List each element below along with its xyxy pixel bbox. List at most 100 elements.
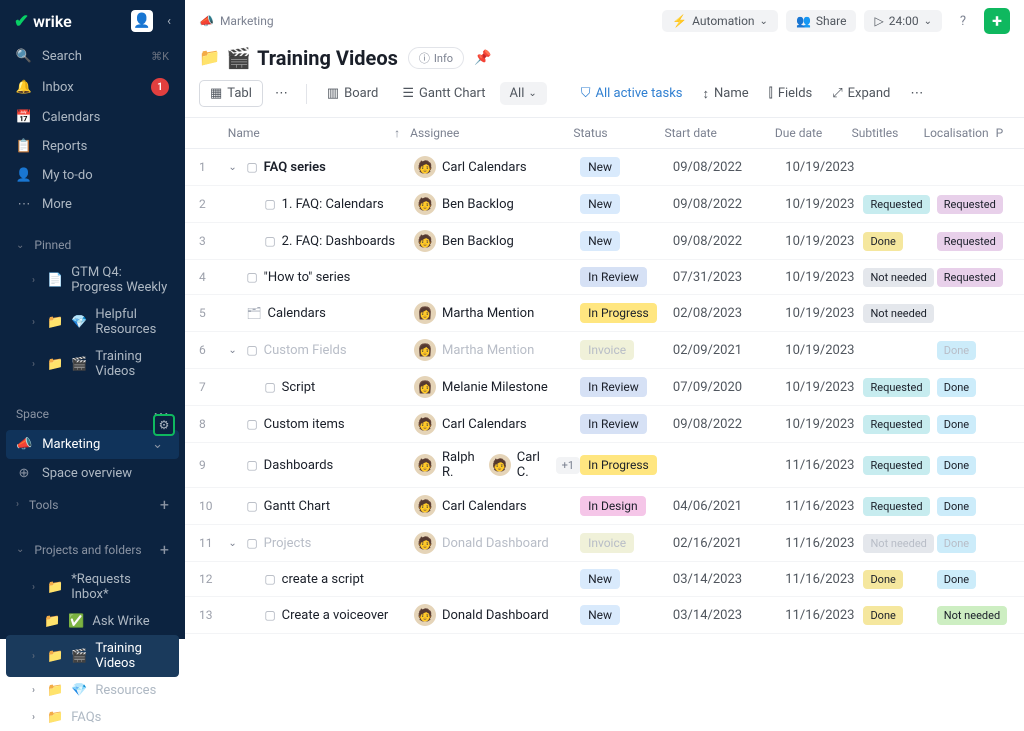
assignee-cell[interactable]: 👩Martha Mention (414, 302, 580, 324)
localisation-cell[interactable]: Done (937, 456, 1010, 475)
localisation-cell[interactable]: Requested (937, 268, 1010, 287)
breadcrumb[interactable]: 📣Marketing (199, 14, 274, 28)
add-project-button[interactable]: + (160, 540, 169, 559)
col-local[interactable]: Localisation (924, 126, 996, 140)
share-button[interactable]: 👥Share (786, 10, 857, 32)
task-row[interactable]: 7 ▢Script 👩Melanie Milestone In Review 0… (185, 369, 1024, 406)
task-name-cell[interactable]: ▢Script (228, 380, 414, 395)
localisation-tag[interactable]: Done (937, 570, 976, 589)
tab-more[interactable]: ⋯ (267, 82, 296, 105)
assignee-cell[interactable]: 👩Melanie Milestone (414, 376, 580, 398)
task-row[interactable]: 5 🗂Calendars 👩Martha Mention In Progress… (185, 295, 1024, 332)
pin-button[interactable]: 📌 (474, 50, 491, 66)
assignee-cell[interactable]: 🧑Carl Calendars (414, 413, 580, 435)
subtitles-tag[interactable]: Requested (863, 415, 929, 434)
due-date-cell[interactable]: 10/19/2023 (785, 306, 863, 321)
localisation-cell[interactable]: Done (937, 534, 1010, 553)
status-cell[interactable]: New (580, 569, 673, 589)
project-item[interactable]: ›📁*Requests Inbox* (0, 566, 185, 608)
localisation-cell[interactable]: Requested (937, 195, 1010, 214)
localisation-tag[interactable]: Requested (937, 268, 1003, 287)
due-date-cell[interactable]: 11/16/2023 (785, 499, 863, 514)
status-cell[interactable]: In Review (580, 267, 673, 287)
subtitles-tag[interactable]: Requested (863, 456, 929, 475)
due-date-cell[interactable]: 10/19/2023 (785, 270, 863, 285)
subtitles-cell[interactable]: Requested (863, 195, 936, 214)
localisation-tag[interactable]: Done (937, 415, 976, 434)
due-date-cell[interactable]: 11/16/2023 (785, 458, 863, 473)
create-button[interactable]: + (984, 8, 1010, 34)
assignee-cell[interactable]: 🧑Ben Backlog (414, 230, 580, 252)
start-date-cell[interactable]: 02/09/2021 (673, 343, 785, 358)
fields-button[interactable]: ⫿Fields (761, 82, 821, 105)
task-name-cell[interactable]: 🗂Calendars (228, 306, 414, 321)
nav-my-to-do[interactable]: 👤My to-do (0, 161, 185, 190)
subtitles-tag[interactable]: Not needed (863, 268, 933, 287)
nav-reports[interactable]: 📋Reports (0, 132, 185, 161)
status-cell[interactable]: In Review (580, 377, 673, 397)
tab-table[interactable]: ▦Tabl (199, 80, 263, 107)
localisation-cell[interactable]: Done (937, 415, 1010, 434)
subtitles-tag[interactable]: Requested (863, 497, 929, 516)
expand-button[interactable]: ⤢Expand (824, 82, 898, 105)
status-cell[interactable]: In Progress (580, 303, 673, 323)
start-date-cell[interactable]: 09/08/2022 (673, 160, 785, 175)
task-name-cell[interactable]: ⌄▢Custom Fields (228, 343, 414, 358)
tab-gantt[interactable]: ☰Gantt Chart (392, 81, 495, 106)
localisation-cell[interactable]: Done (937, 497, 1010, 516)
start-date-cell[interactable]: 09/08/2022 (673, 234, 785, 249)
start-date-cell[interactable]: 03/14/2023 (673, 608, 785, 623)
info-button[interactable]: ⓘInfo (408, 47, 464, 69)
start-date-cell[interactable]: 09/08/2022 (673, 417, 785, 432)
status-cell[interactable]: In Design (580, 496, 673, 516)
localisation-tag[interactable]: Done (937, 534, 976, 553)
localisation-tag[interactable]: Not needed (937, 606, 1007, 625)
user-avatar[interactable]: 👤 (131, 10, 153, 32)
due-date-cell[interactable]: 11/16/2023 (785, 608, 863, 623)
task-name-cell[interactable]: ▢"How to" series (228, 270, 414, 285)
task-row[interactable]: 11 ⌄▢Projects 🧑Donald Dashboard Invoice … (185, 525, 1024, 562)
timer-button[interactable]: ▷24:00⌄ (864, 10, 942, 32)
subtitles-cell[interactable]: Done (863, 570, 936, 589)
subtitles-cell[interactable]: Done (863, 232, 936, 251)
task-name-cell[interactable]: ▢2. FAQ: Dashboards (228, 234, 414, 249)
project-item[interactable]: 📁✅Ask Wrike (0, 608, 185, 635)
localisation-tag[interactable]: Requested (937, 232, 1003, 251)
pinned-item[interactable]: ›📁🎬Training Videos (0, 343, 185, 385)
subtitles-tag[interactable]: Requested (863, 378, 929, 397)
task-name-cell[interactable]: ▢Dashboards (228, 458, 414, 473)
task-row[interactable]: 4 ▢"How to" series In Review 07/31/2023 … (185, 260, 1024, 295)
status-cell[interactable]: New (580, 194, 673, 214)
task-row[interactable]: 12 ▢create a script New 03/14/2023 11/16… (185, 562, 1024, 597)
col-start[interactable]: Start date (664, 126, 774, 140)
status-cell[interactable]: In Review (580, 414, 673, 434)
task-row[interactable]: 6 ⌄▢Custom Fields 👩Martha Mention Invoic… (185, 332, 1024, 369)
start-date-cell[interactable]: 04/06/2021 (673, 499, 785, 514)
subtitles-tag[interactable]: Done (863, 570, 902, 589)
col-subtitles[interactable]: Subtitles (852, 126, 924, 140)
due-date-cell[interactable]: 10/19/2023 (785, 417, 863, 432)
assignee-cell[interactable]: 🧑Ben Backlog (414, 193, 580, 215)
due-date-cell[interactable]: 10/19/2023 (785, 343, 863, 358)
subtitles-tag[interactable]: Done (863, 232, 902, 251)
due-date-cell[interactable]: 11/16/2023 (785, 536, 863, 551)
subtitles-tag[interactable]: Done (863, 606, 902, 625)
subtitles-cell[interactable]: Not needed (863, 534, 936, 553)
col-name[interactable]: Name↑ (228, 126, 410, 140)
task-row[interactable]: 2 ▢1. FAQ: Calendars 🧑Ben Backlog New 09… (185, 186, 1024, 223)
due-date-cell[interactable]: 10/19/2023 (785, 160, 863, 175)
task-name-cell[interactable]: ⌄▢FAQ series (228, 160, 414, 175)
tab-board[interactable]: ▥Board (317, 81, 389, 106)
assignee-cell[interactable]: 🧑Donald Dashboard (414, 532, 580, 554)
task-name-cell[interactable]: ⌄▢Projects (228, 536, 414, 551)
col-due[interactable]: Due date (775, 126, 852, 140)
localisation-cell[interactable]: Not needed (937, 606, 1010, 625)
help-button[interactable]: ? (950, 8, 976, 34)
sort-name[interactable]: ↕Name (695, 82, 757, 106)
start-date-cell[interactable]: 02/08/2023 (673, 306, 785, 321)
start-date-cell[interactable]: 07/09/2020 (673, 380, 785, 395)
nav-inbox[interactable]: 🔔Inbox1 (0, 71, 185, 103)
start-date-cell[interactable]: 02/16/2021 (673, 536, 785, 551)
status-cell[interactable]: Invoice (580, 340, 673, 360)
subtitles-tag[interactable]: Not needed (863, 534, 933, 553)
